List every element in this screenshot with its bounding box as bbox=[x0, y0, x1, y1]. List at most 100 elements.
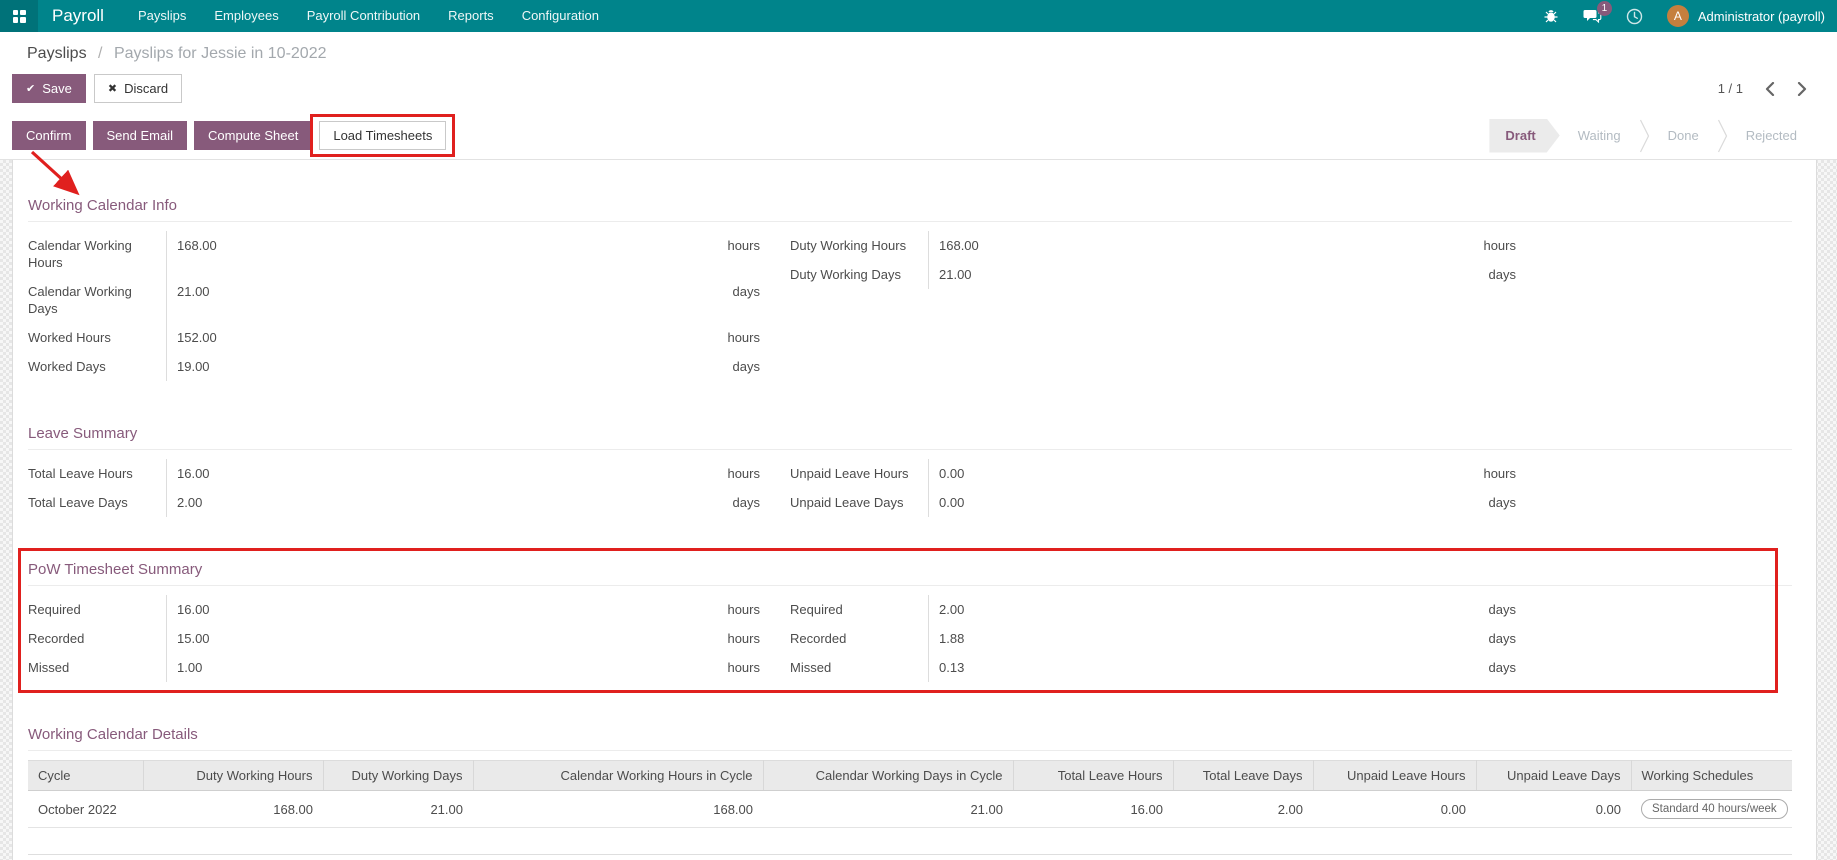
menu-item[interactable]: Reports bbox=[434, 0, 508, 32]
table-cell[interactable]: 168.00 bbox=[143, 790, 323, 828]
field-value: 2.00 bbox=[166, 488, 700, 517]
discard-button-label: Discard bbox=[124, 81, 169, 96]
table-column-header[interactable]: Cycle bbox=[28, 760, 144, 791]
working-schedule-cell[interactable]: Standard 40 hours/week bbox=[1631, 790, 1792, 828]
sheet-background: Working Calendar Info Calendar Working H… bbox=[0, 160, 1837, 860]
table-cell[interactable]: 2.00 bbox=[1173, 790, 1313, 828]
field-value: 168.00 bbox=[166, 231, 700, 277]
save-button-label: Save bbox=[42, 81, 72, 96]
table-cell[interactable]: 21.00 bbox=[323, 790, 473, 828]
field-unit: days bbox=[1488, 660, 1516, 675]
status-step-divider-icon bbox=[1717, 119, 1728, 153]
menu-item[interactable]: Employees bbox=[200, 0, 292, 32]
table-column-header[interactable]: Calendar Working Hours in Cycle bbox=[473, 760, 764, 791]
table-column-header[interactable]: Total Leave Hours bbox=[1013, 760, 1174, 791]
field-label: Recorded bbox=[790, 631, 847, 646]
discard-button[interactable]: ✖ Discard bbox=[93, 74, 183, 103]
field-label: Calendar Working Days bbox=[28, 284, 132, 316]
app-brand[interactable]: Payroll bbox=[52, 6, 104, 26]
table-header-row: Cycle Duty Working Hours Duty Working Days… bbox=[28, 760, 1792, 791]
statusbar-button[interactable]: Load Timesheets bbox=[319, 121, 447, 150]
statusbar-button-wrap: Load Timesheets bbox=[310, 114, 456, 157]
table-column-header[interactable]: Duty Working Hours bbox=[143, 760, 324, 791]
form-field-row: Required 16.00 hours bbox=[28, 595, 760, 624]
user-menu[interactable]: A Administrator (payroll) bbox=[1666, 5, 1825, 27]
save-button[interactable]: ✔ Save bbox=[12, 74, 86, 103]
form-field-row: Required 2.00 days bbox=[790, 595, 1516, 624]
activities-clock-icon[interactable] bbox=[1626, 8, 1643, 25]
table-column-header[interactable]: Total Leave Days bbox=[1173, 760, 1314, 791]
form-field-row: Unpaid Leave Hours 0.00 hours bbox=[790, 459, 1516, 488]
section-field-groups: Required 16.00 hours Recorded 15.00 hour… bbox=[28, 595, 1792, 682]
statusbar-button-wrap: Compute Sheet bbox=[194, 121, 313, 150]
field-unit: hours bbox=[1483, 466, 1516, 481]
debug-bug-icon[interactable] bbox=[1543, 8, 1559, 24]
section-title: Working Calendar Info bbox=[28, 197, 1792, 222]
form-field-row: Worked Hours 152.00 hours bbox=[28, 323, 760, 352]
apps-grid-icon bbox=[12, 9, 26, 23]
table-column-header[interactable]: Unpaid Leave Hours bbox=[1313, 760, 1477, 791]
messages-count-badge: 1 bbox=[1596, 1, 1612, 16]
field-label: Unpaid Leave Days bbox=[790, 495, 904, 510]
table-column-header[interactable]: Unpaid Leave Days bbox=[1476, 760, 1632, 791]
field-label: Worked Days bbox=[28, 359, 106, 374]
table-cell[interactable]: October 2022 bbox=[28, 790, 143, 828]
field-unit: days bbox=[1488, 602, 1516, 617]
table-column-header[interactable]: Working Schedules bbox=[1631, 760, 1792, 791]
status-step[interactable]: Waiting bbox=[1560, 119, 1639, 153]
field-group-right: Required 2.00 days Recorded 1.88 days Mi… bbox=[790, 595, 1516, 682]
breadcrumb-parent[interactable]: Payslips bbox=[27, 45, 87, 62]
form-sheet: Working Calendar Info Calendar Working H… bbox=[12, 160, 1817, 860]
field-label: Worked Hours bbox=[28, 330, 111, 345]
field-unit: days bbox=[1488, 495, 1516, 510]
status-step[interactable]: Draft bbox=[1489, 119, 1559, 153]
system-tray: 1 A Administrator (payroll) bbox=[1543, 1, 1837, 27]
statusbar-button[interactable]: Send Email bbox=[92, 121, 187, 150]
working-schedule-badge: Standard 40 hours/week bbox=[1641, 799, 1788, 819]
field-unit: days bbox=[732, 284, 760, 299]
status-step[interactable]: Rejected bbox=[1728, 119, 1815, 153]
section-field-groups: Total Leave Hours 16.00 hours Total Leav… bbox=[28, 459, 1792, 517]
table-cell[interactable]: 21.00 bbox=[763, 790, 1013, 828]
breadcrumb: Payslips / Payslips for Jessie in 10-202… bbox=[0, 32, 1837, 72]
statusbar-button-wrap: Send Email bbox=[92, 121, 187, 150]
field-unit: hours bbox=[727, 602, 760, 617]
messages-icon[interactable]: 1 bbox=[1583, 1, 1612, 24]
field-label: Duty Working Hours bbox=[790, 238, 907, 253]
table-cell[interactable]: 0.00 bbox=[1313, 790, 1476, 828]
menu-item[interactable]: Payroll Contribution bbox=[293, 0, 434, 32]
field-group-right: Duty Working Hours 168.00 hours Duty Wor… bbox=[790, 231, 1516, 289]
pager: 1 / 1 bbox=[1718, 81, 1807, 96]
table-section-title: Working Calendar Details bbox=[28, 726, 1792, 751]
statusbar: Confirm Send Email Compute Sheet Load Ti… bbox=[0, 112, 1837, 160]
status-step-divider-icon bbox=[1639, 119, 1650, 153]
field-unit: days bbox=[732, 359, 760, 374]
pager-previous-icon[interactable] bbox=[1765, 81, 1775, 96]
table-column-header[interactable]: Duty Working Days bbox=[323, 760, 474, 791]
menu-item[interactable]: Configuration bbox=[508, 0, 613, 32]
form-field-row: Unpaid Leave Days 0.00 days bbox=[790, 488, 1516, 517]
form-field-row: Duty Working Hours 168.00 hours bbox=[790, 231, 1516, 260]
field-group-left: Required 16.00 hours Recorded 15.00 hour… bbox=[28, 595, 760, 682]
field-value: 21.00 bbox=[928, 260, 1456, 289]
statusbar-buttons: Confirm Send Email Compute Sheet Load Ti… bbox=[12, 114, 456, 157]
field-value: 1.00 bbox=[166, 653, 700, 682]
form-section: Working Calendar Info Calendar Working H… bbox=[28, 197, 1792, 381]
apps-menu-button[interactable] bbox=[0, 0, 38, 32]
field-value: 0.00 bbox=[928, 459, 1456, 488]
form-field-row: Worked Days 19.00 days bbox=[28, 352, 760, 381]
field-value: 0.00 bbox=[928, 488, 1456, 517]
statusbar-button[interactable]: Confirm bbox=[12, 121, 86, 150]
table-row[interactable]: October 2022 168.00 21.00 168.00 21.00 16.00 2… bbox=[28, 790, 1792, 828]
table-cell[interactable]: 168.00 bbox=[473, 790, 763, 828]
form-field-row: Total Leave Hours 16.00 hours bbox=[28, 459, 760, 488]
table-cell[interactable]: 0.00 bbox=[1476, 790, 1631, 828]
statusbar-button[interactable]: Compute Sheet bbox=[194, 121, 313, 150]
table-column-header[interactable]: Calendar Working Days in Cycle bbox=[763, 760, 1014, 791]
menu-item[interactable]: Payslips bbox=[124, 0, 200, 32]
field-label: Calendar Working Hours bbox=[28, 238, 132, 270]
field-value: 16.00 bbox=[166, 595, 700, 624]
status-step[interactable]: Done bbox=[1650, 119, 1717, 153]
table-cell[interactable]: 16.00 bbox=[1013, 790, 1173, 828]
pager-next-icon[interactable] bbox=[1797, 81, 1807, 96]
